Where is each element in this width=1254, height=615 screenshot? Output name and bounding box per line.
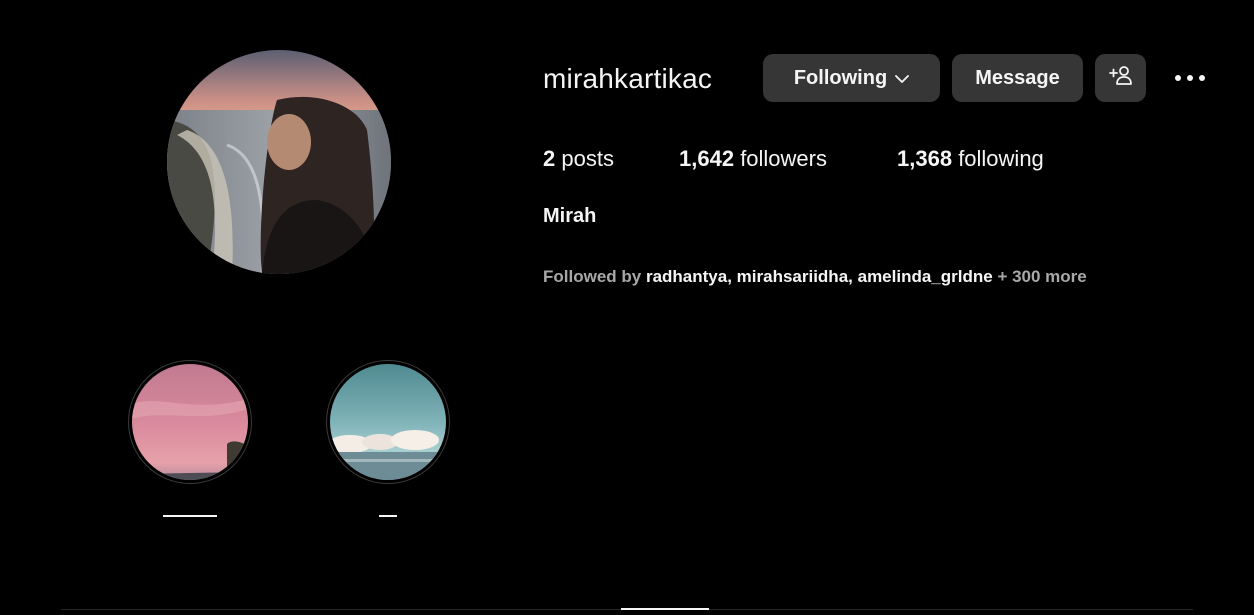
followers-link[interactable]: 1,642 followers xyxy=(679,144,827,174)
following-button-label: Following xyxy=(793,66,888,89)
add-person-icon xyxy=(1108,64,1133,92)
followed-by-user[interactable]: radhantya xyxy=(646,267,727,286)
following-button[interactable]: Following xyxy=(763,54,940,102)
posts-label: posts xyxy=(561,146,614,171)
followers-label: followers xyxy=(740,146,827,171)
followed-by-more: + 300 more xyxy=(992,267,1087,286)
active-tab-indicator[interactable] xyxy=(621,608,709,610)
story-highlight[interactable] xyxy=(128,360,252,484)
story-highlight[interactable] xyxy=(326,360,450,484)
highlight-cover xyxy=(132,364,248,480)
message-button[interactable]: Message xyxy=(952,54,1083,102)
followed-by[interactable]: Followed by radhantya, mirahsariidha, am… xyxy=(543,265,1087,289)
following-number: 1,368 xyxy=(897,146,953,171)
profile-avatar[interactable] xyxy=(167,50,391,274)
highlight-title-underline xyxy=(163,515,217,517)
profile-username: mirahkartikac xyxy=(543,63,713,94)
following-label: following xyxy=(958,146,1044,171)
highlight-title-underline xyxy=(379,515,397,517)
posts-count: 2 posts xyxy=(543,144,614,174)
more-horizontal-icon xyxy=(1174,69,1206,87)
posts-number: 2 xyxy=(543,146,556,171)
chevron-down-icon xyxy=(895,67,910,90)
profile-full-name: Mirah xyxy=(543,205,597,227)
more-options-button[interactable] xyxy=(1170,62,1210,94)
suggested-users-button[interactable] xyxy=(1095,54,1146,102)
followed-by-user[interactable]: amelinda_grldne xyxy=(858,267,993,286)
followed-by-prefix: Followed by xyxy=(543,267,646,286)
profile-page: mirahkartikac Following Message 2 posts xyxy=(0,0,1254,615)
followed-by-user[interactable]: mirahsariidha xyxy=(737,267,849,286)
followers-number: 1,642 xyxy=(679,146,735,171)
avatar-photo xyxy=(167,50,391,274)
highlight-cover xyxy=(330,364,446,480)
following-link[interactable]: 1,368 following xyxy=(897,144,1044,174)
